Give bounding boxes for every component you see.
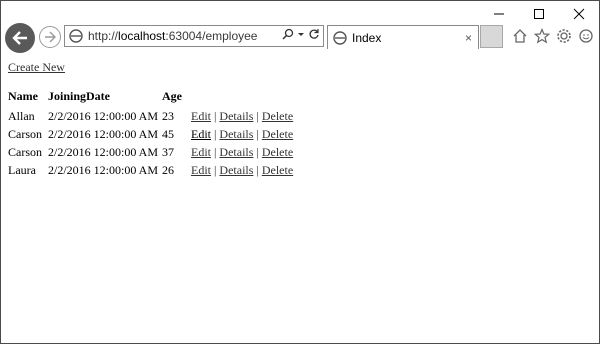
cell-actions: Edit | Details | Delete — [188, 145, 297, 163]
cell-joiningdate: 2/2/2016 12:00:00 AM — [48, 145, 159, 159]
cell-name: Allan — [8, 109, 35, 123]
home-icon[interactable] — [511, 27, 529, 45]
dropdown-arrow-icon[interactable] — [297, 28, 305, 40]
cell-name: Carson — [8, 145, 42, 159]
separator: | — [256, 127, 259, 141]
details-link[interactable]: Details — [219, 163, 253, 177]
details-link[interactable]: Details — [219, 127, 253, 141]
delete-link[interactable]: Delete — [262, 163, 293, 177]
settings-gear-icon[interactable] — [555, 27, 573, 45]
maximize-button[interactable] — [519, 1, 559, 27]
separator: | — [214, 127, 217, 141]
header-age: Age — [162, 89, 183, 103]
table-row: Laura 2/2/2016 12:00:00 AM 26 Edit | Det… — [8, 163, 297, 181]
employee-table: Name JoiningDate Age Allan 2/2/2016 12:0… — [8, 89, 297, 181]
toolbar-icons — [511, 27, 595, 45]
table-row: Carson 2/2/2016 12:00:00 AM 37 Edit | De… — [8, 145, 297, 163]
url-text: http://localhost:63004/employee — [88, 29, 258, 43]
arrow-left-icon — [12, 31, 27, 45]
header-actions — [188, 89, 297, 109]
minimize-icon — [494, 13, 504, 15]
details-link[interactable]: Details — [219, 145, 253, 159]
page-content: Create New Name JoiningDate Age Allan 2/… — [8, 60, 297, 181]
cell-age: 37 — [162, 145, 175, 159]
cell-joiningdate: 2/2/2016 12:00:00 AM — [48, 109, 159, 123]
edit-link[interactable]: Edit — [191, 145, 211, 159]
header-joiningdate: JoiningDate — [48, 89, 111, 103]
edit-link[interactable]: Edit — [191, 109, 211, 123]
close-window-button[interactable] — [559, 1, 599, 27]
address-bar[interactable]: http://localhost:63004/employee — [64, 25, 324, 47]
cell-name: Laura — [8, 163, 36, 177]
edit-link[interactable]: Edit — [191, 127, 211, 141]
cell-age: 23 — [162, 109, 175, 123]
delete-link[interactable]: Delete — [262, 109, 293, 123]
cell-age: 45 — [162, 127, 175, 141]
ie-page-icon — [69, 29, 83, 43]
header-name: Name — [8, 89, 38, 103]
cell-name: Carson — [8, 127, 42, 141]
tab-index[interactable]: Index × — [327, 25, 479, 49]
separator: | — [256, 109, 259, 123]
cell-age: 26 — [162, 163, 175, 177]
cell-joiningdate: 2/2/2016 12:00:00 AM — [48, 127, 159, 141]
edit-link[interactable]: Edit — [191, 163, 211, 177]
table-row: Allan 2/2/2016 12:00:00 AM 23 Edit | Det… — [8, 109, 297, 127]
favorites-star-icon[interactable] — [533, 27, 551, 45]
separator: | — [214, 145, 217, 159]
table-header-row: Name JoiningDate Age — [8, 89, 297, 109]
forward-button[interactable] — [39, 26, 61, 48]
close-icon — [573, 8, 585, 20]
separator: | — [214, 109, 217, 123]
separator: | — [214, 163, 217, 177]
delete-link[interactable]: Delete — [262, 127, 293, 141]
back-button[interactable] — [5, 23, 35, 53]
separator: | — [256, 163, 259, 177]
ie-page-icon — [333, 30, 347, 45]
tab-title: Index — [352, 30, 382, 45]
arrow-right-icon — [45, 31, 56, 43]
table-row: Carson 2/2/2016 12:00:00 AM 45 Edit | De… — [8, 127, 297, 145]
search-icon[interactable] — [282, 28, 294, 40]
smiley-feedback-icon[interactable] — [577, 27, 595, 45]
separator: | — [256, 145, 259, 159]
cell-actions: Edit | Details | Delete — [188, 109, 297, 127]
window-controls — [479, 1, 599, 27]
refresh-icon[interactable] — [308, 28, 320, 40]
minimize-button[interactable] — [479, 1, 519, 27]
cell-joiningdate: 2/2/2016 12:00:00 AM — [48, 163, 159, 177]
maximize-icon — [534, 9, 544, 19]
new-tab-button[interactable] — [480, 25, 503, 48]
cell-actions: Edit | Details | Delete — [188, 127, 297, 145]
create-new-link[interactable]: Create New — [8, 60, 297, 75]
tab-close-icon[interactable]: × — [465, 31, 472, 45]
details-link[interactable]: Details — [219, 109, 253, 123]
cell-actions: Edit | Details | Delete — [188, 163, 297, 181]
delete-link[interactable]: Delete — [262, 145, 293, 159]
browser-window: http://localhost:63004/employee Index × … — [0, 0, 600, 344]
